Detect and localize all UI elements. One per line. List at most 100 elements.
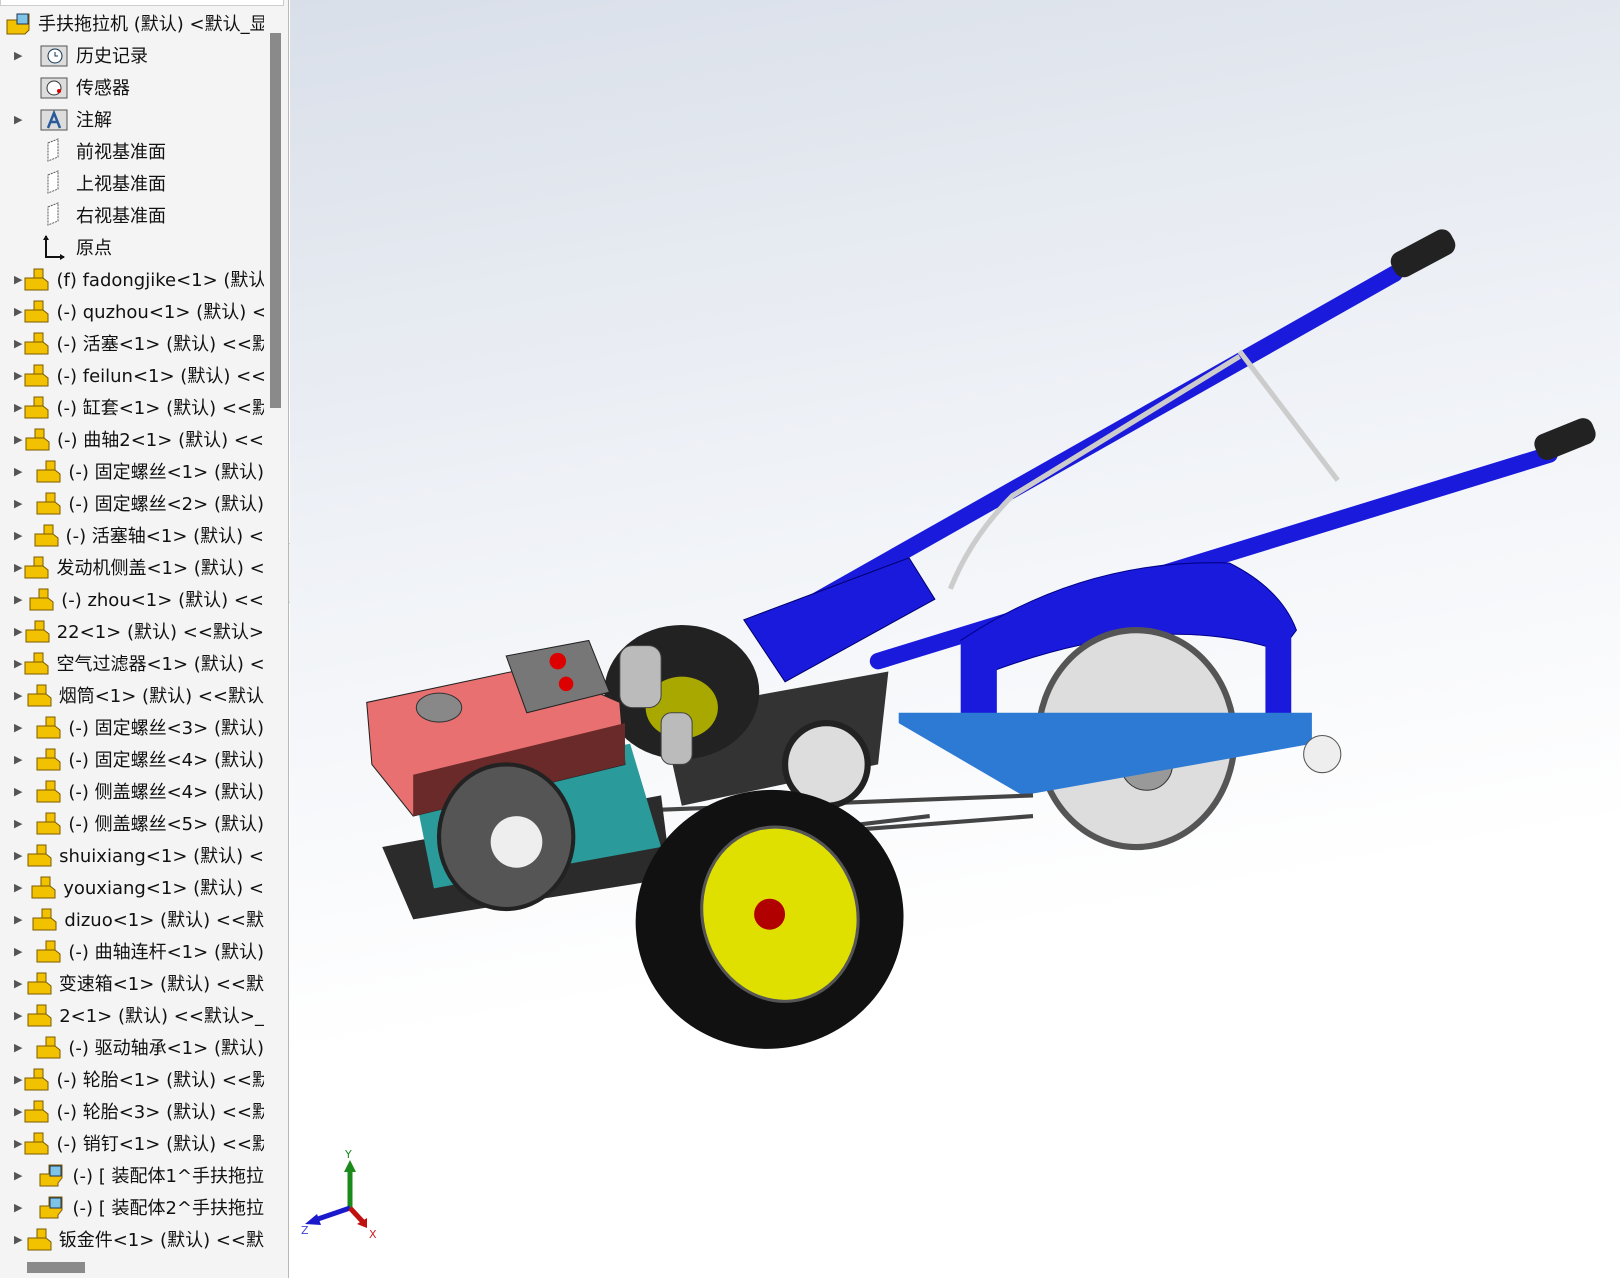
expand-arrow-icon[interactable]: ▶ (0, 721, 34, 734)
expand-arrow-icon[interactable]: ▶ (0, 497, 34, 510)
part-icon (22, 265, 50, 293)
tree-item[interactable]: ▶ (-) 固定螺丝<4> (默认) (0, 743, 264, 775)
tree-item[interactable]: ▶ (-) quzhou<1> (默认) < (0, 295, 264, 327)
tree-item[interactable]: ▶ (-) zhou<1> (默认) << (0, 583, 264, 615)
expand-arrow-icon[interactable]: ▶ (0, 1201, 36, 1214)
part-icon (25, 681, 53, 709)
tree-item[interactable]: ▶ (-) 侧盖螺丝<5> (默认) (0, 807, 264, 839)
expand-arrow-icon[interactable]: ▶ (0, 1073, 22, 1086)
tree-item[interactable]: ▶ (-) feilun<1> (默认) << (0, 359, 264, 391)
part-icon (22, 1065, 50, 1093)
tree-item[interactable]: ▶ (-) 固定螺丝<2> (默认) (0, 487, 264, 519)
tree-item[interactable]: ▶ 发动机侧盖<1> (默认) < (0, 551, 264, 583)
expand-arrow-icon[interactable]: ▶ (0, 401, 22, 414)
tree-item[interactable]: ▶ 历史记录 (0, 39, 264, 71)
part-icon (29, 873, 57, 901)
expand-arrow-icon[interactable]: ▶ (0, 1137, 22, 1150)
depth-wheel (1303, 734, 1342, 774)
expand-arrow-icon[interactable]: ▶ (0, 657, 22, 670)
tree-item[interactable]: ▶ 变速箱<1> (默认) <<默 (0, 967, 264, 999)
right-grip (1534, 418, 1596, 460)
horizontal-scrollbar[interactable] (27, 1262, 85, 1273)
expand-arrow-icon[interactable]: ▶ (0, 465, 34, 478)
tree-item[interactable]: ▶ dizuo<1> (默认) <<默 (0, 903, 264, 935)
expand-arrow-icon[interactable]: ▶ (0, 689, 25, 702)
expand-arrow-icon[interactable]: ▶ (0, 817, 34, 830)
tree-item[interactable]: ▶ 钣金件<1> (默认) <<默 (0, 1223, 264, 1255)
expand-arrow-icon[interactable]: ▶ (0, 977, 25, 990)
vertical-scrollbar[interactable] (270, 33, 281, 408)
tree-root-assembly[interactable]: 手扶拖拉机 (默认) <默认_显 (0, 7, 264, 39)
expand-arrow-icon[interactable]: ▶ (0, 1009, 25, 1022)
expand-arrow-icon[interactable]: ▶ (0, 785, 34, 798)
expand-arrow-icon[interactable]: ▶ (0, 945, 34, 958)
tree-item-label: shuixiang<1> (默认) < (59, 846, 264, 867)
tree-item[interactable]: ▶ (-) 轮胎<3> (默认) <<默 (0, 1095, 264, 1127)
tree-item-label: 空气过滤器<1> (默认) < (56, 654, 264, 675)
expand-arrow-icon[interactable]: ▶ (0, 753, 34, 766)
expand-arrow-icon[interactable]: ▶ (0, 113, 38, 126)
expand-arrow-icon[interactable]: ▶ (0, 49, 38, 62)
tree-item[interactable]: ▶ 空气过滤器<1> (默认) < (0, 647, 264, 679)
tree-item[interactable]: ▶ (-) 活塞<1> (默认) <<默 (0, 327, 264, 359)
tree-item-label: (-) 曲轴2<1> (默认) << (57, 430, 264, 451)
tree-item[interactable]: 前视基准面 (0, 135, 264, 167)
expand-arrow-icon[interactable]: ▶ (0, 1105, 22, 1118)
expand-arrow-icon[interactable]: ▶ (0, 369, 22, 382)
part-icon (25, 1001, 53, 1029)
tree-item[interactable]: ▶ 注解 (0, 103, 264, 135)
tree-item[interactable]: ▶ (-) 侧盖螺丝<4> (默认) (0, 775, 264, 807)
left-grip (1390, 229, 1456, 278)
tree-item-label: (-) 固定螺丝<3> (默认) (68, 718, 264, 739)
tree-item-label: 上视基准面 (76, 174, 166, 195)
part-icon (22, 1129, 50, 1157)
expand-arrow-icon[interactable]: ▶ (0, 625, 23, 638)
expand-arrow-icon[interactable]: ▶ (0, 1233, 25, 1246)
tree-item[interactable]: ▶ (-) 轮胎<1> (默认) <<默 (0, 1063, 264, 1095)
expand-arrow-icon[interactable]: ▶ (0, 561, 22, 574)
tree-item[interactable]: ▶ (-) [ 装配体2^手扶拖拉 (0, 1191, 264, 1223)
filter-box[interactable] (0, 0, 284, 6)
tree-item[interactable]: ▶ (-) 缸套<1> (默认) <<默 (0, 391, 264, 423)
expand-arrow-icon[interactable]: ▶ (0, 849, 25, 862)
tree-item[interactable]: 传感器 (0, 71, 264, 103)
tree-item-label: dizuo<1> (默认) <<默 (64, 910, 264, 931)
tree-item-label: (-) 活塞<1> (默认) <<默 (56, 334, 264, 355)
part-icon (25, 969, 53, 997)
tree-item[interactable]: ▶ (-) 驱动轴承<1> (默认) (0, 1031, 264, 1063)
expand-arrow-icon[interactable]: ▶ (0, 305, 22, 318)
tree-item[interactable]: ▶ shuixiang<1> (默认) < (0, 839, 264, 871)
tree-item[interactable]: ▶ (-) 销钉<1> (默认) <<默 (0, 1127, 264, 1159)
fuel-cap (415, 692, 463, 723)
expand-arrow-icon[interactable]: ▶ (0, 529, 32, 542)
part-icon (22, 393, 50, 421)
tree-item[interactable]: 上视基准面 (0, 167, 264, 199)
tree-item[interactable]: 右视基准面 (0, 199, 264, 231)
tree-item[interactable]: ▶ (-) 曲轴连杆<1> (默认) (0, 935, 264, 967)
expand-arrow-icon[interactable]: ▶ (0, 273, 22, 286)
expand-arrow-icon[interactable]: ▶ (0, 433, 23, 446)
expand-arrow-icon[interactable]: ▶ (0, 881, 29, 894)
tree-item[interactable]: ▶ 烟筒<1> (默认) <<默认 (0, 679, 264, 711)
tree-item[interactable]: ▶ (-) 曲轴2<1> (默认) << (0, 423, 264, 455)
y-axis-arrowhead (344, 1160, 356, 1172)
tree-item[interactable]: ▶ youxiang<1> (默认) < (0, 871, 264, 903)
control-knob (558, 676, 574, 692)
expand-arrow-icon[interactable]: ▶ (0, 1169, 36, 1182)
tree-item[interactable]: ▶ (-) [ 装配体1^手扶拖拉 (0, 1159, 264, 1191)
tree-item[interactable]: ▶ 22<1> (默认) <<默认> (0, 615, 264, 647)
flywheel-hub (490, 816, 543, 868)
expand-arrow-icon[interactable]: ▶ (0, 1041, 34, 1054)
tree-item[interactable]: ▶ (f) fadongjike<1> (默认 (0, 263, 264, 295)
tree-item[interactable]: ▶ (-) 活塞轴<1> (默认) < (0, 519, 264, 551)
expand-arrow-icon[interactable]: ▶ (0, 337, 22, 350)
tree-item[interactable]: ▶ (-) 固定螺丝<1> (默认) (0, 455, 264, 487)
tree-item-label: (-) [ 装配体2^手扶拖拉 (72, 1198, 264, 1219)
3d-graphics-viewport[interactable] (290, 0, 1620, 1278)
expand-arrow-icon[interactable]: ▶ (0, 593, 27, 606)
tree-item[interactable]: ▶ 2<1> (默认) <<默认>_ (0, 999, 264, 1031)
expand-arrow-icon[interactable]: ▶ (0, 913, 30, 926)
tree-item[interactable]: ▶ (-) 固定螺丝<3> (默认) (0, 711, 264, 743)
z-axis-arrow (314, 1205, 351, 1223)
tree-item[interactable]: 原点 (0, 231, 264, 263)
